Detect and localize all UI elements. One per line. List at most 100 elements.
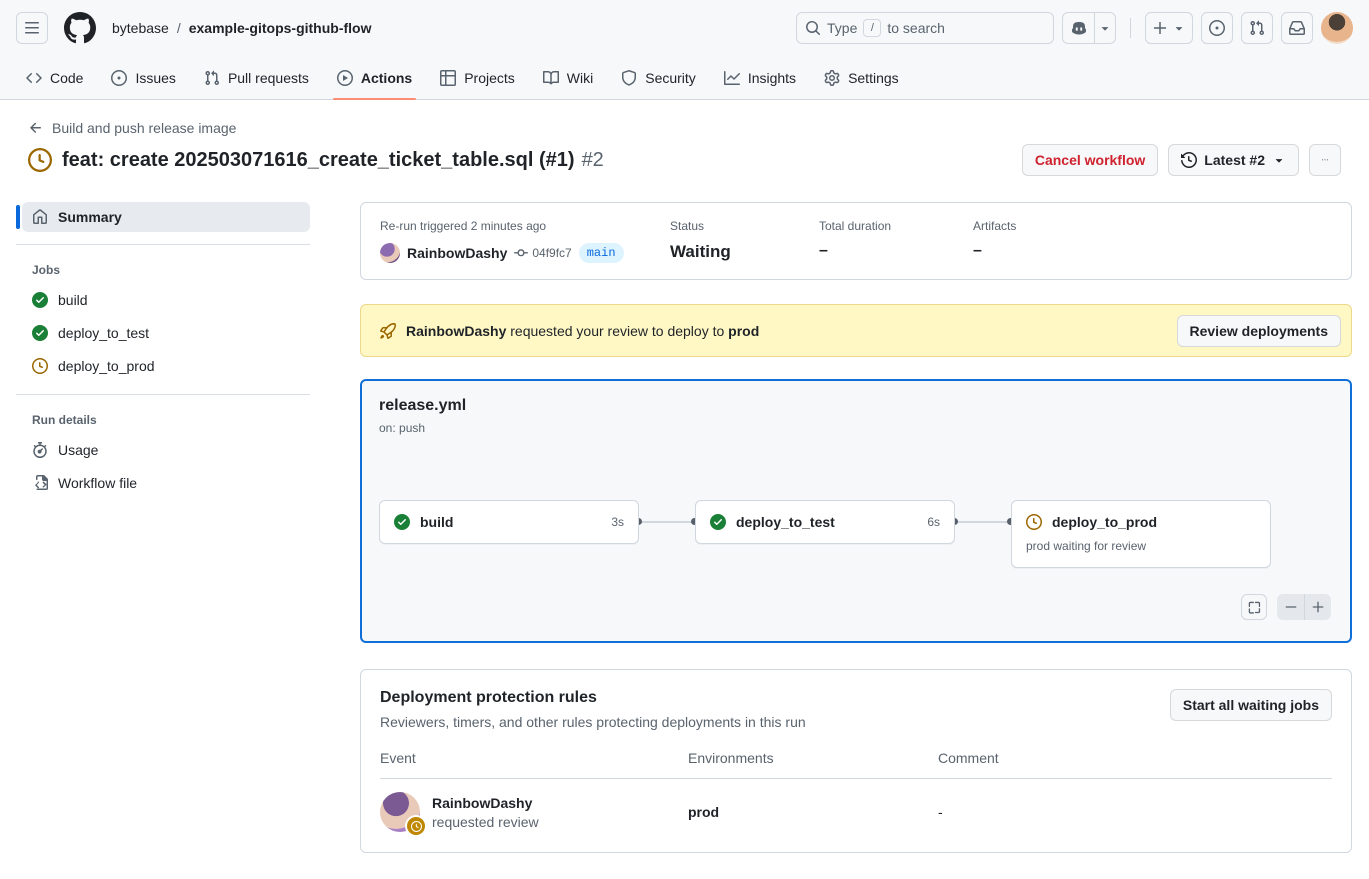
tab-label: Projects [464, 70, 515, 86]
shield-icon [621, 70, 637, 86]
workflow-trigger: on: push [379, 421, 425, 435]
job-label: build [58, 292, 88, 308]
run-version-dropdown[interactable]: Latest #2 [1168, 144, 1299, 176]
fullscreen-button[interactable] [1241, 594, 1267, 620]
issues-dashboard-button[interactable] [1201, 12, 1233, 44]
review-deployments-button[interactable]: Review deployments [1177, 315, 1342, 347]
hamburger-menu-button[interactable] [16, 12, 48, 44]
check-circle-icon [32, 292, 48, 308]
tab-issues[interactable]: Issues [99, 56, 187, 99]
graph-node-build[interactable]: build 3s [379, 500, 639, 544]
breadcrumb-org[interactable]: bytebase [112, 20, 169, 36]
jobs-heading: Jobs [22, 257, 310, 283]
sidebar-item-workflow-file[interactable]: Workflow file [22, 466, 310, 499]
graph-node-deploy-to-test[interactable]: deploy_to_test 6s [695, 500, 955, 544]
column-header-event: Event [380, 750, 688, 766]
row-actor-name[interactable]: RainbowDashy [432, 795, 539, 811]
global-header: bytebase / example-gitops-github-flow Ty… [0, 0, 1369, 56]
commit-link[interactable]: 04f9fc7 [514, 246, 571, 260]
zoom-in-button[interactable] [1304, 594, 1331, 620]
copilot-button-group [1062, 12, 1116, 44]
banner-message: requested your review to deploy to [510, 323, 724, 339]
tab-insights[interactable]: Insights [712, 56, 808, 99]
play-icon [337, 70, 353, 86]
chevron-down-icon [1272, 153, 1286, 167]
search-input[interactable]: Type / to search [796, 12, 1054, 44]
node-label: build [420, 514, 453, 530]
copilot-dropdown-caret[interactable] [1095, 13, 1115, 43]
column-header-comment: Comment [938, 750, 1332, 766]
cancel-workflow-button[interactable]: Cancel workflow [1022, 144, 1158, 176]
artifacts-label: Artifacts [973, 219, 1083, 233]
table-row: RainbowDashy requested review prod - [380, 778, 1332, 848]
job-label: deploy_to_prod [58, 358, 155, 374]
tab-actions[interactable]: Actions [325, 56, 424, 99]
table-icon [440, 70, 456, 86]
slash-key-hint: / [863, 19, 881, 37]
node-duration: 6s [927, 515, 940, 529]
sidebar-job-deploy-to-prod[interactable]: deploy_to_prod [22, 349, 310, 382]
actor-name[interactable]: RainbowDashy [407, 245, 507, 261]
trigger-text: Re-run triggered 2 minutes ago [380, 219, 650, 233]
git-pull-request-icon [204, 70, 220, 86]
tab-label: Insights [748, 70, 796, 86]
sidebar-item-summary[interactable]: Summary [22, 202, 310, 232]
tab-settings[interactable]: Settings [812, 56, 911, 99]
history-icon [1181, 152, 1197, 168]
run-status-card: Re-run triggered 2 minutes ago RainbowDa… [360, 202, 1352, 280]
tab-wiki[interactable]: Wiki [531, 56, 605, 99]
inbox-button[interactable] [1281, 12, 1313, 44]
book-icon [543, 70, 559, 86]
tab-pull-requests[interactable]: Pull requests [192, 56, 321, 99]
row-environment: prod [688, 804, 938, 820]
home-icon [32, 209, 48, 225]
workflow-file-name: release.yml [379, 397, 466, 415]
protection-title: Deployment protection rules [380, 689, 806, 707]
clock-icon [32, 358, 48, 374]
user-avatar[interactable] [1321, 12, 1353, 44]
header-divider [1130, 18, 1131, 38]
sidebar-item-label: Summary [58, 209, 122, 225]
column-header-environments: Environments [688, 750, 938, 766]
github-logo[interactable] [64, 12, 96, 44]
sidebar-item-label: Usage [58, 442, 98, 458]
graph-node-deploy-to-prod[interactable]: deploy_to_prod prod waiting for review [1011, 500, 1271, 568]
branch-badge[interactable]: main [579, 243, 624, 263]
start-all-waiting-jobs-button[interactable]: Start all waiting jobs [1170, 689, 1332, 721]
breadcrumb-separator: / [177, 20, 181, 36]
run-number: #2 [582, 149, 604, 172]
create-new-button[interactable] [1145, 12, 1193, 44]
tab-label: Actions [361, 70, 412, 86]
back-link-label: Build and push release image [52, 120, 236, 136]
sidebar-item-usage[interactable]: Usage [22, 433, 310, 466]
issue-opened-icon [111, 70, 127, 86]
node-label: deploy_to_prod [1052, 514, 1157, 530]
sidebar-job-deploy-to-test[interactable]: deploy_to_test [22, 316, 310, 349]
protection-subtitle: Reviewers, timers, and other rules prote… [380, 714, 806, 730]
pull-requests-dashboard-button[interactable] [1241, 12, 1273, 44]
status-label: Status [670, 219, 799, 233]
sidebar-divider [16, 244, 310, 245]
node-subtext: prod waiting for review [1012, 539, 1270, 565]
back-to-workflow-link[interactable]: Build and push release image [28, 120, 236, 136]
status-value: Waiting [670, 242, 799, 262]
actor-avatar[interactable] [380, 243, 400, 263]
repo-tab-nav: Code Issues Pull requests Actions Projec… [0, 56, 1369, 100]
tab-projects[interactable]: Projects [428, 56, 527, 99]
copilot-icon[interactable] [1063, 13, 1095, 43]
tab-label: Wiki [567, 70, 593, 86]
workflow-graph-card: release.yml on: push build 3s deploy_to_… [360, 379, 1352, 643]
check-circle-icon [710, 514, 726, 530]
tab-security[interactable]: Security [609, 56, 708, 99]
tab-code[interactable]: Code [14, 56, 95, 99]
arrow-left-icon [28, 120, 44, 136]
tab-label: Code [50, 70, 83, 86]
zoom-out-button[interactable] [1277, 594, 1304, 620]
run-options-kebab-button[interactable] [1309, 144, 1341, 176]
banner-actor[interactable]: RainbowDashy [406, 323, 506, 339]
breadcrumb: bytebase / example-gitops-github-flow [112, 20, 371, 36]
banner-environment: prod [728, 323, 759, 339]
artifacts-value: – [973, 242, 1083, 260]
sidebar-job-build[interactable]: build [22, 283, 310, 316]
breadcrumb-repo[interactable]: example-gitops-github-flow [189, 20, 372, 36]
